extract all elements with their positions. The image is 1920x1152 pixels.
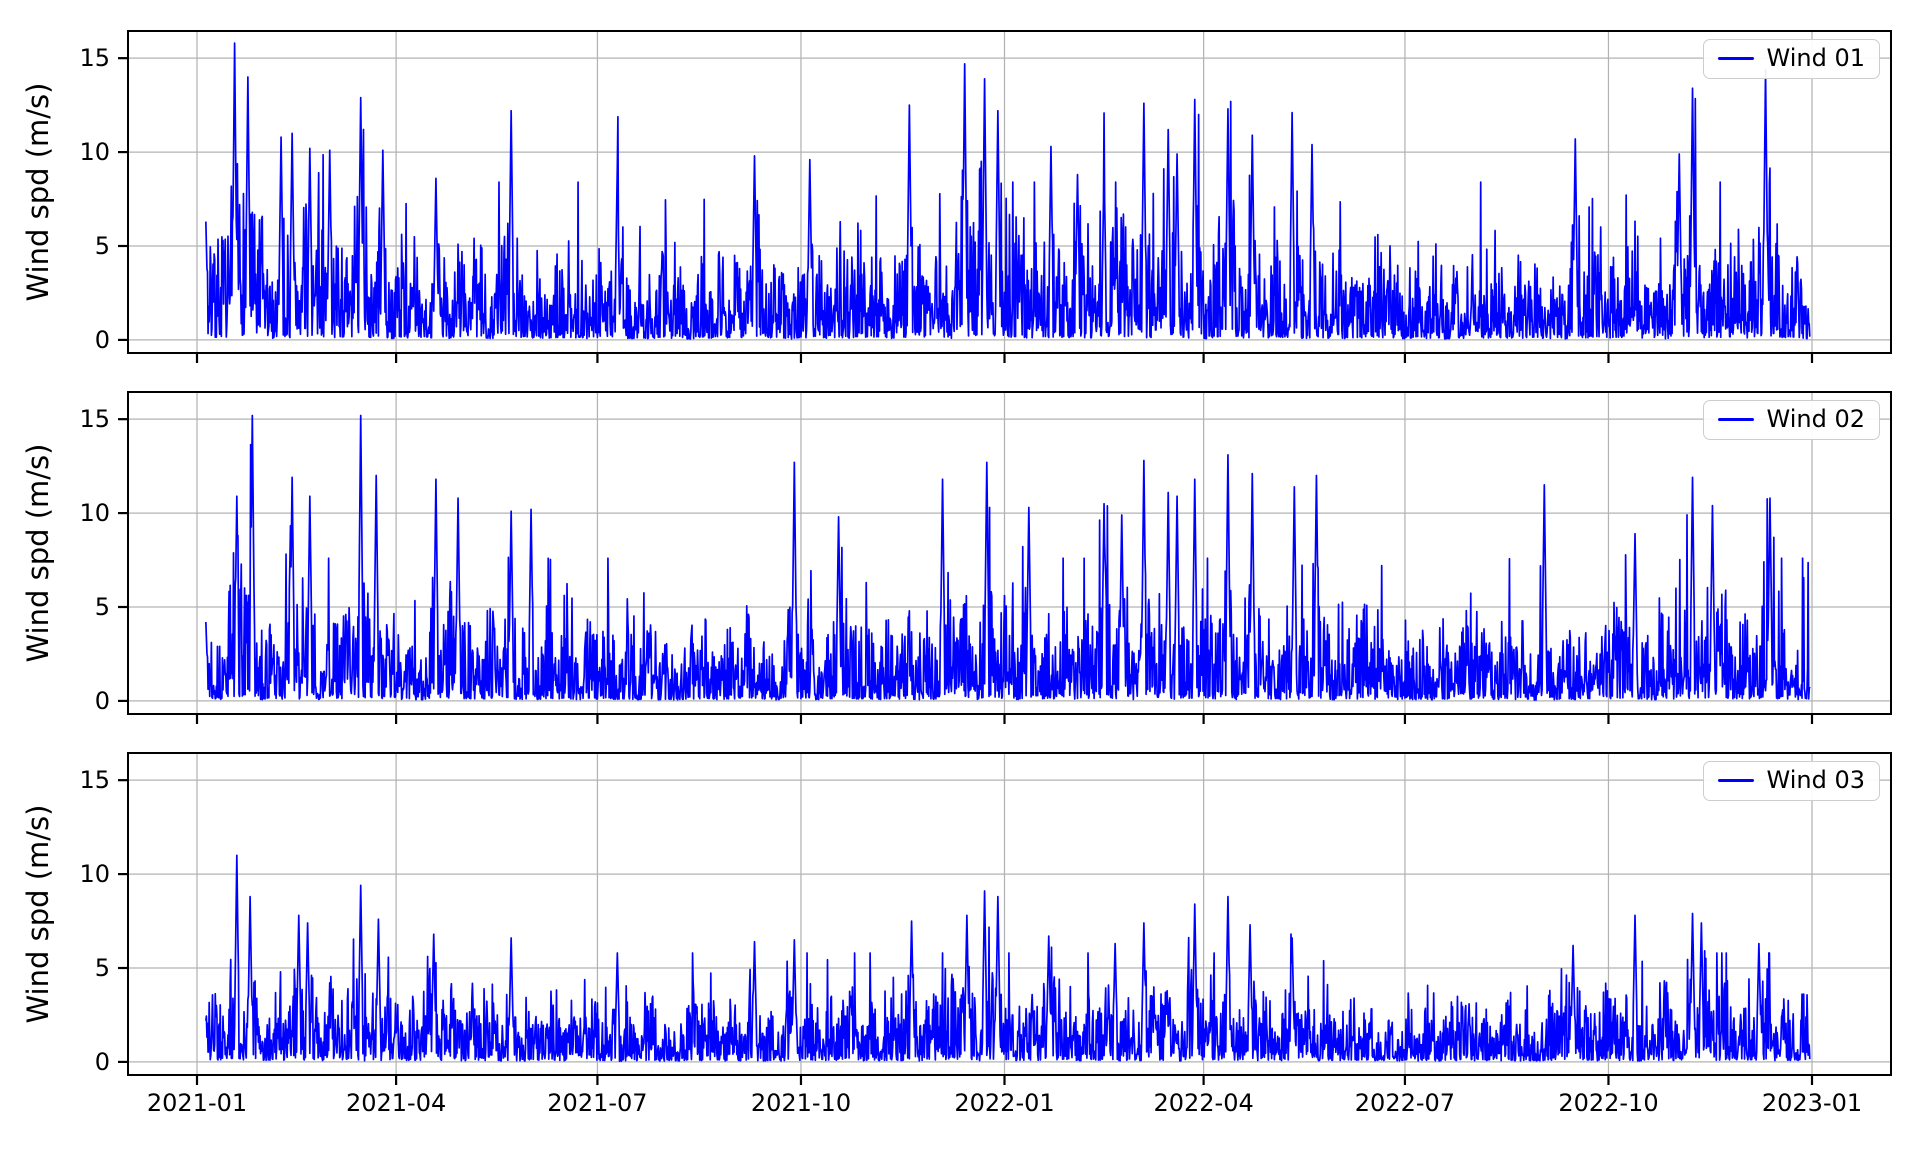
y-tick-label: 5 [0,591,110,623]
x-tick-label: 2022-04 [1124,1086,1284,1120]
legend-label: Wind 03 [1767,766,1865,795]
y-tick-label: 15 [0,764,110,796]
y-tick-label: 10 [0,858,110,890]
x-tick-label: 2021-07 [517,1086,677,1120]
legend-line-sample [1718,779,1754,782]
wind-speed-figure: Wind spd (m/s) 0 5 10 15 Wind 01 Wind sp… [0,0,1920,1152]
wind-01-plot-area [127,30,1892,354]
series-line-wind-02 [206,415,1810,700]
wind-02-plot-area [127,391,1892,715]
wind-02-legend: Wind 02 [1703,400,1880,440]
series-line-wind-03 [206,855,1810,1061]
y-tick-label: 0 [0,685,110,717]
wind-03-legend: Wind 03 [1703,761,1880,801]
legend-line-sample [1718,418,1754,421]
y-tick-label: 0 [0,1046,110,1078]
wind-01-panel: Wind spd (m/s) 0 5 10 15 Wind 01 [0,30,1920,354]
y-tick-label: 10 [0,497,110,529]
wind-03-plot-area [127,752,1892,1076]
wind-03-panel: Wind spd (m/s) 0 5 10 15 Wind 03 [0,752,1920,1076]
y-tick-label: 15 [0,403,110,435]
series-line-wind-01 [206,43,1810,339]
y-tick-label: 10 [0,136,110,168]
y-tick-label: 0 [0,324,110,356]
x-tick-label: 2021-01 [117,1086,277,1120]
y-tick-label: 5 [0,952,110,984]
x-axis-tick-labels: 2021-01 2021-04 2021-07 2021-10 2022-01 … [0,1086,1920,1126]
legend-label: Wind 02 [1767,405,1865,434]
x-tick-label: 2022-07 [1325,1086,1485,1120]
x-tick-label: 2021-04 [316,1086,476,1120]
x-tick-label: 2023-01 [1732,1086,1892,1120]
y-tick-label: 5 [0,230,110,262]
wind-02-panel: Wind spd (m/s) 0 5 10 15 Wind 02 [0,391,1920,715]
x-tick-label: 2022-01 [925,1086,1085,1120]
x-tick-label: 2021-10 [721,1086,881,1120]
y-tick-label: 15 [0,42,110,74]
legend-line-sample [1718,57,1754,60]
x-tick-label: 2022-10 [1528,1086,1688,1120]
legend-label: Wind 01 [1767,44,1865,73]
wind-01-legend: Wind 01 [1703,39,1880,79]
